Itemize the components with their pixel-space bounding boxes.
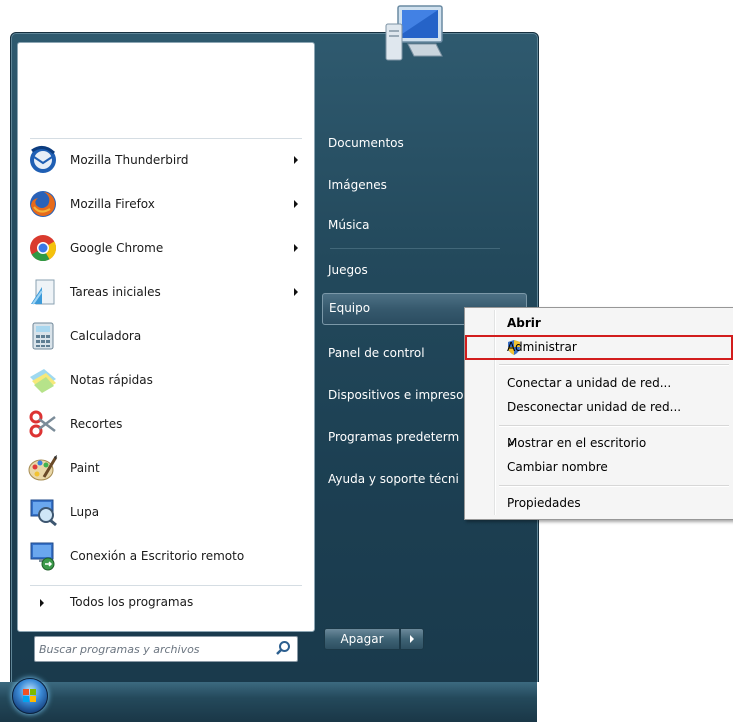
shutdown-options-button[interactable]: [400, 628, 424, 650]
search-input[interactable]: [37, 639, 269, 659]
program-label: Recortes: [70, 417, 123, 431]
right-item-label: Juegos: [328, 263, 368, 277]
menu-item-label: Desconectar unidad de red...: [507, 400, 682, 414]
right-item-label: Dispositivos e impreso: [328, 388, 464, 402]
start-orb-button[interactable]: [12, 678, 48, 714]
chevron-right-icon: [410, 635, 414, 643]
program-item-thunderbird[interactable]: Mozilla Thunderbird: [18, 139, 314, 181]
all-programs-label: Todos los programas: [70, 595, 194, 609]
program-label: Mozilla Firefox: [70, 197, 155, 211]
submenu-arrow-icon: [294, 200, 298, 208]
search-icon[interactable]: [275, 640, 291, 656]
search-box[interactable]: [34, 636, 298, 662]
right-item-label: Ayuda y soporte técni: [328, 472, 459, 486]
highlight-box: [465, 335, 733, 360]
menu-separator: [499, 364, 729, 366]
submenu-arrow-icon: [294, 288, 298, 296]
menu-item-mostrar-escritorio[interactable]: ✓ Mostrar en el escritorio: [467, 432, 732, 454]
calculator-icon: [28, 321, 58, 351]
menu-item-label: Abrir: [507, 316, 541, 330]
right-item-documentos[interactable]: Documentos: [314, 128, 524, 160]
program-label: Conexión a Escritorio remoto: [70, 549, 245, 563]
program-label: Mozilla Thunderbird: [70, 153, 189, 167]
menu-item-label: Propiedades: [507, 496, 581, 510]
program-label: Paint: [70, 461, 100, 475]
program-label: Tareas iniciales: [70, 285, 161, 299]
programs-panel: Mozilla Thunderbird Mozilla Firefox Goog…: [17, 42, 315, 662]
menu-item-abrir[interactable]: Abrir: [467, 312, 732, 334]
windows-logo-icon: [23, 689, 37, 703]
all-programs-button[interactable]: Todos los programas: [18, 590, 314, 616]
right-item-label: Panel de control: [328, 346, 425, 360]
right-item-label: Programas predeterm: [328, 430, 460, 444]
snipping-tool-icon: [28, 409, 58, 439]
thunderbird-icon: [28, 145, 58, 175]
right-item-imagenes[interactable]: Imágenes: [314, 170, 524, 202]
menu-item-conectar-unidad[interactable]: Conectar a unidad de red...: [467, 372, 732, 394]
user-picture-computer-icon[interactable]: [384, 4, 448, 64]
program-label: Lupa: [70, 505, 100, 519]
program-item-snipping-tool[interactable]: Recortes: [18, 403, 314, 445]
right-item-label: Música: [328, 218, 370, 232]
program-label: Calculadora: [70, 329, 142, 343]
chevron-right-icon: [40, 599, 44, 607]
menu-item-cambiar-nombre[interactable]: Cambiar nombre: [467, 456, 732, 478]
menu-item-propiedades[interactable]: Propiedades: [467, 492, 732, 514]
menu-separator: [499, 485, 729, 487]
program-item-getting-started[interactable]: Tareas iniciales: [18, 271, 314, 313]
firefox-icon: [28, 189, 58, 219]
program-label: Notas rápidas: [70, 373, 153, 387]
right-item-label: Imágenes: [328, 178, 387, 192]
right-separator: [330, 248, 500, 249]
right-item-juegos[interactable]: Juegos: [314, 255, 524, 287]
context-menu: Abrir Administrar Conectar a unidad de r…: [464, 307, 733, 520]
right-item-musica[interactable]: Música: [314, 210, 524, 242]
program-item-firefox[interactable]: Mozilla Firefox: [18, 183, 314, 225]
menu-item-desconectar-unidad[interactable]: Desconectar unidad de red...: [467, 396, 732, 418]
program-item-sticky-notes[interactable]: Notas rápidas: [18, 359, 314, 401]
menu-item-label: Conectar a unidad de red...: [507, 376, 672, 390]
all-programs-separator: [30, 585, 302, 586]
program-item-calculator[interactable]: Calculadora: [18, 315, 314, 357]
shutdown-button[interactable]: Apagar: [324, 628, 400, 650]
sticky-notes-icon: [28, 365, 58, 395]
right-item-label: Documentos: [328, 136, 404, 150]
program-label: Google Chrome: [70, 241, 164, 255]
program-item-remote-desktop[interactable]: Conexión a Escritorio remoto: [18, 535, 314, 577]
chrome-icon: [28, 233, 58, 263]
menu-item-label: Cambiar nombre: [507, 460, 608, 474]
program-item-magnifier[interactable]: Lupa: [18, 491, 314, 533]
submenu-arrow-icon: [294, 156, 298, 164]
desktop-area: [537, 682, 733, 722]
paint-icon: [28, 453, 58, 483]
magnifier-icon: [28, 497, 58, 527]
right-item-label: Equipo: [329, 301, 371, 315]
shutdown-group: Apagar: [324, 628, 436, 650]
taskbar: [0, 682, 733, 722]
menu-separator: [499, 425, 729, 427]
getting-started-icon: [28, 277, 58, 307]
program-item-chrome[interactable]: Google Chrome: [18, 227, 314, 269]
submenu-arrow-icon: [294, 244, 298, 252]
menu-item-label: Mostrar en el escritorio: [507, 436, 647, 450]
remote-desktop-icon: [28, 541, 58, 571]
program-item-paint[interactable]: Paint: [18, 447, 314, 489]
